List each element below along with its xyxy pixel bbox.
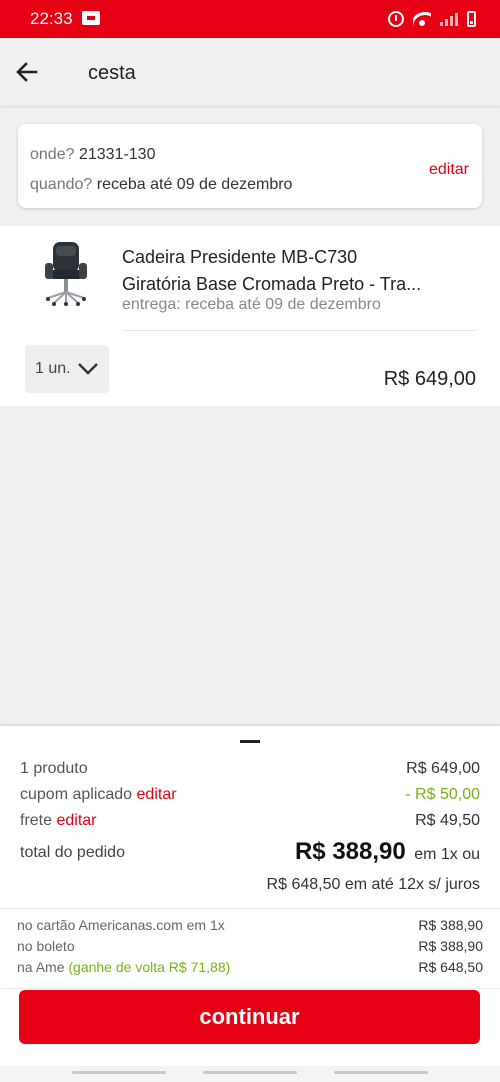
nav-recents-button[interactable]: [72, 1071, 166, 1074]
payment-option-row: no boleto R$ 388,90: [17, 938, 483, 954]
delivery-info-card: onde? 21331-130 quando? receba até 09 de…: [18, 124, 482, 208]
product-name[interactable]: Cadeira Presidente MB-C730 Giratória Bas…: [122, 244, 462, 298]
installments-info: R$ 648,50 em até 12x s/ juros: [266, 876, 480, 893]
app-notification-icon: [82, 11, 100, 25]
product-price: R$ 649,00: [383, 368, 476, 390]
total-amount: R$ 388,90: [294, 838, 406, 865]
products-count-label: 1 produto: [20, 760, 88, 777]
quantity-select[interactable]: 1 un.: [25, 345, 109, 393]
nav-back-button[interactable]: [334, 1071, 428, 1074]
where-label: onde?: [30, 146, 75, 163]
delivery-where-row: onde? 21331-130: [30, 146, 155, 164]
payment-label: na Ame: [17, 959, 65, 975]
payment-label: no cartão Americanas.com em 1x: [17, 917, 225, 933]
product-name-line1: Cadeira Presidente MB-C730: [122, 247, 358, 267]
shipping-value: R$ 49,50: [415, 812, 480, 829]
product-delivery: entrega: receba até 09 de dezembro: [122, 296, 381, 313]
summary-shipping-row: frete editar R$ 49,50: [20, 812, 480, 830]
app-header: cesta: [0, 38, 500, 106]
coupon-discount: - R$ 50,00: [405, 786, 480, 803]
divider: [122, 330, 476, 331]
product-image[interactable]: [40, 240, 92, 306]
divider: [0, 988, 500, 989]
payment-value: R$ 648,50: [418, 959, 483, 975]
status-bar: 22:33: [0, 0, 500, 38]
total-label: total do pedido: [20, 844, 125, 861]
back-button[interactable]: [14, 60, 40, 84]
payment-value: R$ 388,90: [418, 938, 483, 954]
order-summary-panel: 1 produto R$ 649,00 cupom aplicado edita…: [0, 726, 500, 1066]
payment-label: no boleto: [17, 938, 75, 954]
continue-button[interactable]: continuar: [19, 990, 480, 1044]
quantity-value: 1 un.: [35, 360, 71, 377]
when-label: quando?: [30, 176, 93, 193]
battery-icon: [467, 11, 476, 27]
signal-icon: [440, 12, 458, 26]
alarm-icon: [388, 11, 404, 27]
shipping-label: frete: [20, 812, 53, 829]
total-suffix: em 1x ou: [414, 846, 480, 863]
arrow-left-icon: [16, 62, 38, 82]
status-icons: [388, 8, 476, 30]
product-name-line2: Giratória Base Cromada Preto - Tra...: [122, 274, 422, 294]
summary-products-row: 1 produto R$ 649,00: [20, 760, 480, 778]
coupon-label: cupom aplicado: [20, 786, 133, 803]
edit-coupon-link[interactable]: editar: [137, 786, 177, 803]
cashback-note: (ganhe de volta R$ 71,88): [68, 959, 231, 975]
status-time: 22:33: [30, 9, 73, 28]
summary-coupon-row: cupom aplicado editar - R$ 50,00: [20, 786, 480, 804]
drag-handle[interactable]: [240, 740, 260, 743]
payment-option-row: na Ame (ganhe de volta R$ 71,88) R$ 648,…: [17, 959, 483, 975]
chevron-down-icon: [78, 363, 98, 375]
edit-shipping-link[interactable]: editar: [56, 812, 96, 829]
products-value: R$ 649,00: [406, 760, 480, 777]
nav-home-button[interactable]: [203, 1071, 297, 1074]
wifi-icon: [413, 12, 431, 26]
order-total: R$ 388,90 em 1x ou: [295, 838, 480, 866]
where-value: 21331-130: [78, 146, 156, 163]
page-title: cesta: [88, 62, 136, 84]
divider: [0, 908, 500, 909]
delivery-when-row: quando? receba até 09 de dezembro: [30, 176, 292, 194]
when-value: receba até 09 de dezembro: [96, 176, 293, 193]
system-nav-bar: [0, 1066, 500, 1082]
cart-item: Cadeira Presidente MB-C730 Giratória Bas…: [0, 226, 500, 406]
payment-value: R$ 388,90: [418, 917, 483, 933]
edit-delivery-link[interactable]: editar: [429, 161, 469, 179]
payment-option-row: no cartão Americanas.com em 1x R$ 388,90: [17, 917, 483, 933]
